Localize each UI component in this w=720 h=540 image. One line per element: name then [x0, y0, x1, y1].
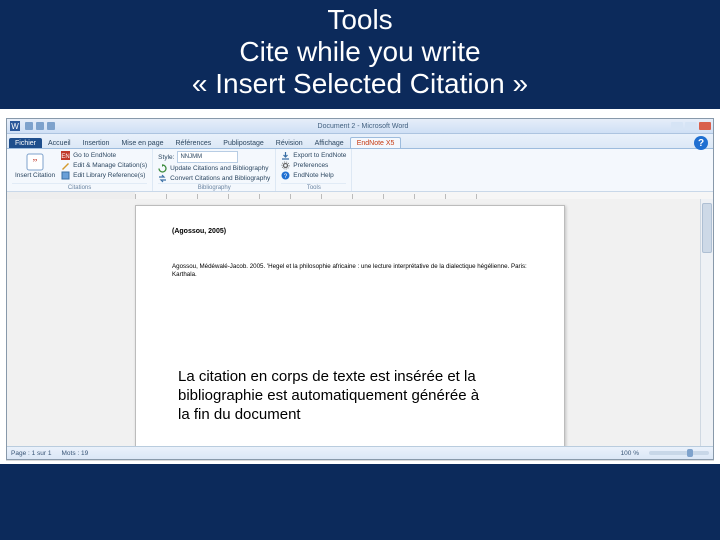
endnote-app-icon: EN: [61, 151, 70, 160]
window-maximize-button[interactable]: [685, 122, 697, 130]
ribbon-group-citations-label: Citations: [12, 183, 147, 191]
tab-revision[interactable]: Révision: [270, 138, 309, 148]
tab-file[interactable]: Fichier: [9, 138, 42, 148]
style-dropdown[interactable]: NNJMM: [177, 151, 238, 163]
pencil-icon: [61, 161, 70, 170]
tab-mise-en-page[interactable]: Mise en page: [115, 138, 169, 148]
status-page[interactable]: Page : 1 sur 1: [11, 450, 51, 457]
convert-citations-button[interactable]: Convert Citations and Bibliography: [158, 174, 270, 183]
document-title: Document 2 - Microsoft Word: [55, 123, 671, 130]
help-icon: ?: [281, 171, 290, 180]
vertical-scrollbar[interactable]: [700, 199, 713, 447]
ribbon-group-bibliography-label: Bibliography: [158, 183, 270, 191]
ribbon-group-tools-label: Tools: [281, 183, 346, 191]
edit-library-reference-button[interactable]: Edit Library Reference(s): [61, 171, 147, 180]
endnote-help-button[interactable]: ? EndNote Help: [281, 171, 346, 180]
ribbon-group-tools: Export to EndNote Preferences ? EndNote …: [276, 149, 352, 191]
window-minimize-button[interactable]: [671, 122, 683, 130]
tab-endnote[interactable]: EndNote X5: [350, 137, 402, 148]
book-icon: [61, 171, 70, 180]
title-bar: W Document 2 - Microsoft Word: [7, 119, 713, 134]
update-citations-button[interactable]: Update Citations and Bibliography: [158, 164, 270, 173]
tab-affichage[interactable]: Affichage: [309, 138, 350, 148]
ribbon-group-bibliography: Style: NNJMM Update Citations and Biblio…: [153, 149, 276, 191]
go-to-endnote-button[interactable]: EN Go to EndNote: [61, 151, 147, 160]
slide-callout: La citation en corps de texte est inséré…: [178, 368, 488, 424]
quick-access-toolbar[interactable]: [25, 122, 55, 130]
word-app-icon: W: [10, 121, 20, 131]
ribbon-tabs: Fichier Accueil Insertion Mise en page R…: [7, 134, 713, 149]
edit-manage-citations-button[interactable]: Edit & Manage Citation(s): [61, 161, 147, 170]
inline-citation-text: (Agossou, 2005): [172, 228, 528, 235]
slide-title-line3: « Insert Selected Citation »: [0, 68, 720, 100]
export-to-endnote-button[interactable]: Export to EndNote: [281, 151, 346, 160]
ribbon: ” Insert Citation EN Go to EndNote Edit …: [7, 149, 713, 192]
tab-publipostage[interactable]: Publipostage: [217, 138, 269, 148]
window-close-button[interactable]: [699, 122, 711, 130]
tab-insertion[interactable]: Insertion: [77, 138, 116, 148]
style-label: Style:: [158, 154, 174, 161]
slide-title-line2: Cite while you write: [0, 36, 720, 68]
tab-accueil[interactable]: Accueil: [42, 138, 77, 148]
ribbon-help-button[interactable]: ?: [694, 136, 708, 150]
preferences-button[interactable]: Preferences: [281, 161, 346, 170]
zoom-slider[interactable]: [649, 451, 709, 455]
export-icon: [281, 151, 290, 160]
svg-text:EN: EN: [61, 154, 69, 160]
slide-title-line1: Tools: [0, 4, 720, 36]
bibliography-entry: Agossou, Médéwalé-Jacob. 2005. 'Hegel et…: [172, 263, 528, 279]
insert-citation-label: Insert Citation: [15, 172, 55, 179]
svg-text:W: W: [11, 122, 19, 131]
status-zoom-label[interactable]: 100 %: [621, 450, 639, 457]
slide-header: Tools Cite while you write « Insert Sele…: [0, 0, 720, 109]
tab-references[interactable]: Références: [169, 138, 217, 148]
convert-icon: [158, 174, 167, 183]
scrollbar-thumb[interactable]: [702, 203, 712, 253]
slide-footer-bar: [0, 464, 720, 540]
insert-citation-button[interactable]: ” Insert Citation: [12, 153, 58, 179]
refresh-icon: [158, 164, 167, 173]
ribbon-group-citations: ” Insert Citation EN Go to EndNote Edit …: [7, 149, 153, 191]
gear-icon: [281, 161, 290, 170]
svg-text:”: ”: [33, 157, 38, 169]
status-bar: Page : 1 sur 1 Mots : 19 100 %: [7, 446, 713, 459]
status-words[interactable]: Mots : 19: [61, 450, 88, 457]
